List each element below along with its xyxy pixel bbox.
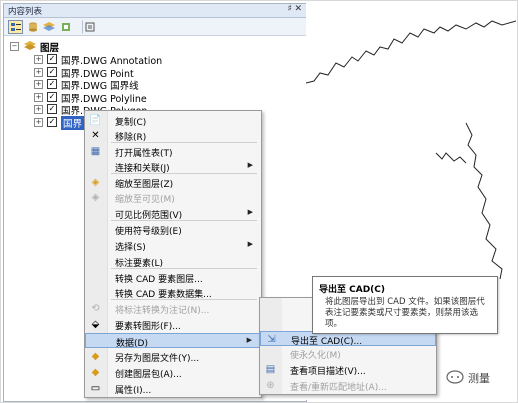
submenu-arrow-icon: ▶	[247, 240, 253, 248]
context-menu-item[interactable]: ◆ 另存为图层文件(Y)...	[85, 349, 261, 364]
submenu-arrow-icon: ▶	[247, 161, 253, 169]
tree-root-label: 图层	[40, 43, 60, 54]
list-by-source-button[interactable]	[26, 20, 41, 34]
watermark-text: 测量	[468, 372, 490, 385]
zoom-visible-icon: ◈	[91, 192, 100, 203]
context-menu-item-label: 将标注转换为注记(N)...	[115, 306, 210, 316]
context-menu-item[interactable]: 使用符号级别(E)	[85, 222, 261, 237]
expand-icon[interactable]: +	[34, 55, 43, 64]
context-menu-item[interactable]: ◈ 缩放至可见(M)	[85, 190, 261, 205]
properties-icon: ▭	[90, 383, 101, 394]
selection-icon	[62, 23, 70, 31]
toc-title: 内容列表	[8, 7, 43, 17]
convert-annotation-icon: ⟲	[91, 303, 100, 314]
context-menu-item[interactable]: ▭ 属性(I)...	[85, 381, 261, 396]
context-menu-item-label: 缩放至图层(Z)	[115, 180, 174, 190]
layer-visibility-checkbox[interactable]: ✓	[47, 104, 57, 114]
context-menu-item[interactable]: ⬙ 要素转图形(F)...	[85, 317, 261, 332]
context-menu-item-label: 缩放至可见(M)	[115, 195, 175, 205]
context-menu-item[interactable]: ◈ 缩放至图层(Z)	[85, 175, 261, 190]
watermark: 测量	[446, 367, 510, 387]
submenu-arrow-icon: ▶	[247, 208, 253, 216]
expand-icon[interactable]: +	[34, 80, 43, 89]
expand-icon[interactable]: +	[34, 117, 43, 127]
context-menu-item[interactable]: 标注要素(L)	[85, 254, 261, 269]
chat-bubble-icon	[446, 370, 464, 384]
context-menu-item-label: 标注要素(L)	[115, 259, 164, 269]
drawing-order-icon	[11, 23, 21, 31]
table-icon: ▦	[90, 146, 101, 157]
copy-icon: 📄	[89, 115, 102, 126]
context-menu-item[interactable]: 📄 复制(C)	[85, 113, 261, 128]
data-submenu-item-label: 查看/重新匹配地址(A)...	[290, 383, 387, 393]
layer-visibility-checkbox[interactable]: ✓	[47, 91, 57, 102]
rematch-icon: ⊕	[266, 380, 275, 391]
layer-file-icon: ◆	[91, 351, 100, 362]
remove-icon: ✕	[91, 130, 100, 141]
context-menu-item-label: 要素转图形(F)...	[115, 322, 181, 332]
context-menu-item[interactable]: ▦ 打开属性表(T)	[85, 144, 261, 159]
context-menu-item[interactable]: 转换 CAD 要素图层...	[85, 270, 261, 285]
context-menu-item-label: 转换 CAD 要素数据集...	[115, 290, 212, 300]
layers-icon	[43, 22, 55, 31]
zoom-layer-icon: ◈	[91, 177, 100, 188]
context-menu-item[interactable]: ⟲ 将标注转换为注记(N)...	[85, 301, 261, 316]
collapse-icon[interactable]: −	[10, 42, 19, 51]
context-menu-item-label: 可见比例范围(V)	[115, 211, 183, 221]
toc-title-bar: 内容列表 ♯ ✕	[4, 4, 306, 18]
context-menu-item-label: 复制(C)	[115, 118, 147, 128]
export-cad-icon: ⇲	[267, 334, 276, 345]
context-menu-item[interactable]: ✕ 移除(R)	[85, 128, 261, 143]
layer-label: 国界	[61, 115, 85, 130]
context-menu-item-label: 连接和关联(J)	[115, 164, 170, 174]
layer-visibility-checkbox[interactable]: ✓	[47, 54, 57, 64]
tooltip-title: 导出至 CAD(C)	[319, 285, 386, 295]
options-icon	[85, 22, 95, 32]
data-submenu-item[interactable]: ⊕ 查看/重新匹配地址(A)...	[260, 378, 436, 393]
context-menu-item-label: 打开属性表(T)	[115, 149, 173, 159]
layer-context-menu: 📄 复制(C) ✕ 移除(R) ▦ 打开属性表(T) 连接和关联(J) ▶ ◈ 缩放至图层(Z) ◈…	[84, 110, 262, 398]
context-menu-item[interactable]: 连接和关联(J) ▶	[85, 159, 261, 174]
toc-toolbar	[4, 18, 306, 36]
expand-icon[interactable]: +	[34, 67, 43, 77]
data-submenu-item[interactable]: 使永久化(M)	[260, 346, 436, 361]
tooltip-body: 将此图层导出到 CAD 文件。如果该图层代表注记要素类或尺寸要素类，则禁用该选项…	[325, 297, 485, 329]
submenu-arrow-icon: ▶	[246, 336, 252, 344]
expand-icon[interactable]: +	[34, 105, 43, 114]
list-by-visibility-button[interactable]	[42, 20, 57, 34]
context-menu-item[interactable]: 数据(D) ▶	[85, 333, 261, 349]
expand-icon[interactable]: +	[34, 92, 43, 102]
data-submenu-item[interactable]: ▤ 查看项目描述(V)...	[260, 362, 436, 377]
item-description-icon: ▤	[265, 364, 276, 375]
layer-package-icon: ◆	[91, 367, 100, 378]
context-menu-item-label: 使用符号级别(E)	[115, 227, 182, 237]
context-menu-item[interactable]: 可见比例范围(V) ▶	[85, 206, 261, 221]
context-menu-item[interactable]: ◆ 创建图层包(A)...	[85, 365, 261, 380]
options-button[interactable]	[82, 20, 97, 34]
context-menu-item-label: 选择(S)	[115, 243, 146, 253]
database-icon	[29, 22, 37, 32]
context-menu-item-label: 创建图层包(A)...	[115, 370, 182, 380]
features-to-graphics-icon: ⬙	[91, 319, 100, 330]
data-submenu-item-label: 使永久化(M)	[290, 351, 341, 361]
context-menu-item-label: 另存为图层文件(Y)...	[115, 354, 200, 364]
list-by-drawing-order-button[interactable]	[8, 20, 23, 34]
context-menu-item[interactable]: 转换 CAD 要素数据集...	[85, 285, 261, 300]
data-submenu-item-label: 查看项目描述(V)...	[290, 367, 366, 377]
layer-visibility-checkbox[interactable]: ✓	[47, 66, 57, 77]
layer-visibility-checkbox[interactable]: ✓	[47, 79, 57, 89]
layers-group-icon	[24, 41, 36, 50]
context-menu-item-label: 移除(R)	[115, 133, 147, 143]
context-menu-item-label: 数据(D)	[116, 339, 148, 349]
layer-visibility-checkbox[interactable]: ✓	[47, 116, 57, 127]
context-menu-item[interactable]: 选择(S) ▶	[85, 238, 261, 253]
pin-icon[interactable]: ♯	[288, 4, 292, 14]
export-cad-tooltip: 导出至 CAD(C) 将此图层导出到 CAD 文件。如果该图层代表注记要素类或尺…	[312, 276, 498, 334]
close-icon[interactable]: ✕	[294, 4, 302, 14]
context-menu-item-label: 属性(I)...	[115, 386, 152, 396]
list-by-selection-button[interactable]	[59, 20, 74, 34]
context-menu-item-label: 转换 CAD 要素图层...	[115, 275, 203, 285]
